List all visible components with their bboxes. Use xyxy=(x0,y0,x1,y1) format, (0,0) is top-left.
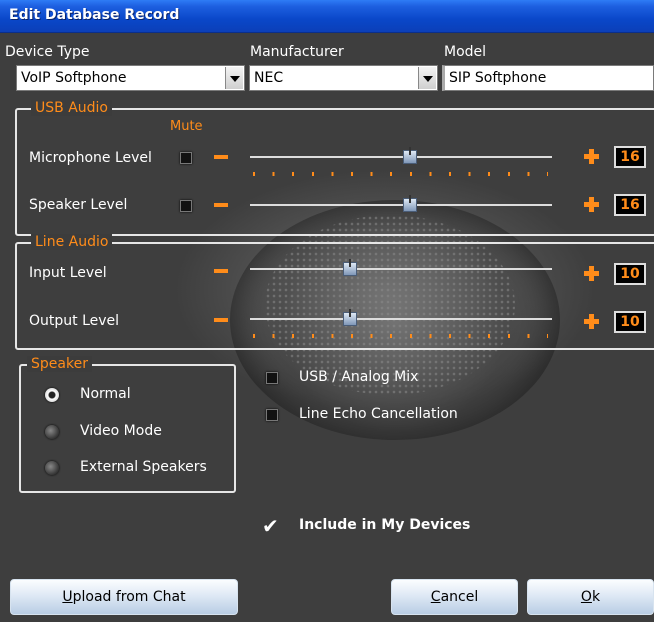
input-level-label: Input Level xyxy=(29,265,107,281)
output-level-value: 10 xyxy=(614,311,646,333)
line-audio-title: Line Audio xyxy=(31,234,113,250)
microphone-mute-checkbox[interactable] xyxy=(180,152,192,164)
speaker-mute-checkbox[interactable] xyxy=(180,200,192,212)
model-header: Model xyxy=(444,44,487,60)
upload-mnemonic: U xyxy=(62,589,73,605)
output-slider-thumb[interactable] xyxy=(342,309,357,326)
manufacturer-value: NEC xyxy=(254,70,284,86)
radio-external-speakers-label: External Speakers xyxy=(80,459,207,475)
radio-video-mode[interactable] xyxy=(45,425,59,439)
microphone-minus-icon[interactable] xyxy=(214,155,228,159)
microphone-level-value: 16 xyxy=(614,146,646,168)
model-value: SIP Softphone xyxy=(449,70,547,86)
microphone-level-label: Microphone Level xyxy=(29,150,152,166)
radio-normal[interactable] xyxy=(45,388,59,402)
speaker-slider-thumb[interactable] xyxy=(403,195,418,212)
input-slider-thumb[interactable] xyxy=(342,259,357,276)
output-level-label: Output Level xyxy=(29,313,120,329)
edit-record-window: Edit Database Record Device Type Manufac… xyxy=(0,0,654,622)
speaker-slider-track[interactable] xyxy=(250,204,552,206)
chevron-down-icon[interactable] xyxy=(418,67,436,89)
speaker-minus-icon[interactable] xyxy=(214,203,228,207)
upload-label: pload from Chat xyxy=(72,589,186,605)
output-plus-icon[interactable] xyxy=(584,314,599,329)
usb-analog-mix-label: USB / Analog Mix xyxy=(299,369,419,385)
cancel-label: ancel xyxy=(440,589,479,605)
microphone-plus-icon[interactable] xyxy=(584,149,599,164)
microphone-slider-thumb[interactable] xyxy=(403,147,418,164)
manufacturer-select[interactable]: NEC xyxy=(249,65,438,91)
line-echo-checkbox[interactable] xyxy=(266,409,278,421)
device-type-value: VoIP Softphone xyxy=(21,70,127,86)
cancel-mnemonic: C xyxy=(430,589,441,605)
ok-button[interactable]: Ok xyxy=(527,579,654,615)
model-field[interactable]: SIP Softphone xyxy=(442,65,654,91)
title-bar: Edit Database Record xyxy=(0,0,654,33)
input-level-value: 10 xyxy=(614,263,646,285)
usb-analog-mix-checkbox[interactable] xyxy=(266,372,278,384)
input-minus-icon[interactable] xyxy=(214,269,228,273)
speaker-level-value: 16 xyxy=(614,194,646,216)
window-title: Edit Database Record xyxy=(9,7,180,23)
checkmark-icon[interactable]: ✔ xyxy=(262,514,279,538)
mute-label: Mute xyxy=(170,119,203,134)
manufacturer-header: Manufacturer xyxy=(250,44,344,60)
radio-video-mode-label: Video Mode xyxy=(80,423,162,439)
upload-from-chat-button[interactable]: Upload from Chat xyxy=(10,579,238,615)
ok-mnemonic: O xyxy=(580,589,592,605)
device-type-select[interactable]: VoIP Softphone xyxy=(16,65,245,91)
output-minus-icon[interactable] xyxy=(214,318,228,322)
microphone-slider-ticks xyxy=(253,172,548,176)
input-slider-track[interactable] xyxy=(250,268,552,270)
line-echo-label: Line Echo Cancellation xyxy=(299,406,458,422)
input-plus-icon[interactable] xyxy=(584,266,599,281)
include-devices-label[interactable]: Include in My Devices xyxy=(299,517,470,533)
usb-audio-title: USB Audio xyxy=(31,100,112,116)
output-slider-track[interactable] xyxy=(250,318,552,320)
speaker-plus-icon[interactable] xyxy=(584,197,599,212)
radio-external-speakers[interactable] xyxy=(45,461,59,475)
speaker-level-label: Speaker Level xyxy=(29,197,128,213)
radio-normal-label: Normal xyxy=(80,386,131,402)
speaker-group-title: Speaker xyxy=(27,356,92,372)
chevron-down-icon[interactable] xyxy=(225,67,243,89)
ok-label: k xyxy=(591,589,601,605)
device-type-header: Device Type xyxy=(5,44,90,60)
output-slider-ticks xyxy=(253,334,548,338)
cancel-button[interactable]: Cancel xyxy=(391,579,518,615)
microphone-slider-track[interactable] xyxy=(250,156,552,158)
